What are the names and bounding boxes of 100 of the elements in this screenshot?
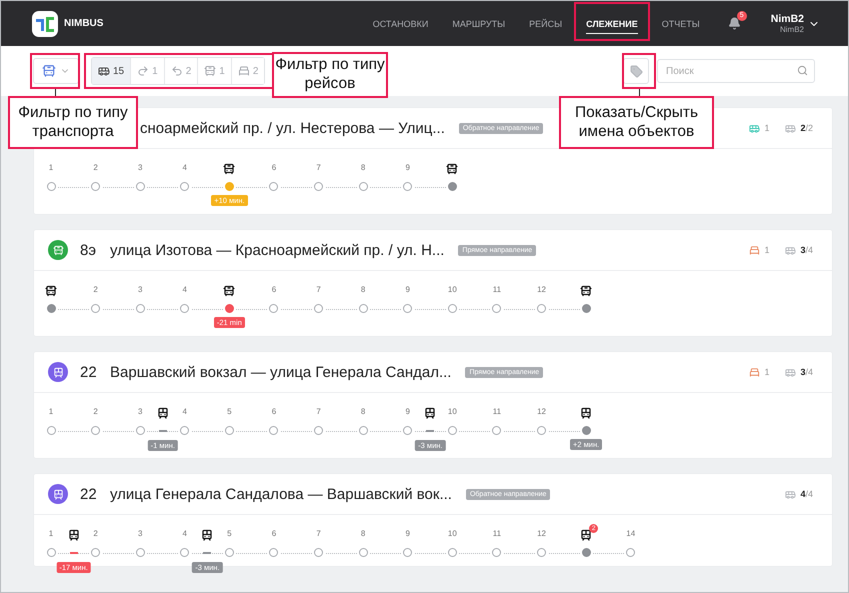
trolleybus-icon	[424, 407, 436, 419]
bed-icon	[749, 366, 760, 378]
stop-number: 2	[93, 285, 98, 294]
stop-number: 3	[138, 529, 142, 538]
stop-number: 7	[316, 529, 321, 538]
stop-dot	[537, 426, 546, 435]
stop-dot	[46, 426, 56, 435]
highlight-frame	[30, 53, 80, 89]
stop-number: 10	[448, 529, 457, 538]
brand-name: NIMBUS	[64, 18, 104, 29]
stop-dot	[180, 548, 190, 557]
stop-dot	[537, 548, 546, 557]
stop-number: 14	[626, 529, 636, 538]
stop-number: 7	[316, 407, 321, 416]
stop-dot	[91, 548, 100, 557]
stop-dot	[537, 304, 546, 313]
stop-dot	[448, 304, 457, 313]
stop-dot	[314, 304, 324, 313]
nav-tab[interactable]: ОТЧЕТЫ	[650, 1, 712, 46]
stop-dot	[224, 548, 234, 557]
stop-dot	[403, 182, 412, 191]
curved-arrow-icon	[170, 65, 183, 77]
bus-icon	[785, 122, 796, 134]
stop-dot	[448, 548, 457, 557]
stop-number: 2	[93, 163, 98, 172]
stop-number: 8	[360, 163, 366, 172]
stop-dot	[492, 426, 502, 435]
callout-label: Фильтр по типу транспорта	[8, 96, 138, 149]
stop-number: 2	[93, 407, 98, 416]
stop-number: 2	[93, 529, 98, 538]
stop-dot	[46, 548, 56, 557]
stop-number: 1	[48, 529, 54, 538]
stop-dot	[492, 304, 502, 313]
stop-dot	[403, 426, 412, 435]
stop-dot	[358, 426, 368, 435]
stop-number: 1	[48, 407, 54, 416]
bus-icon	[785, 244, 796, 256]
names-toggle-button[interactable]	[623, 58, 649, 84]
stop-number: 5	[227, 407, 232, 416]
callout-label: Показать/Скрыть имена объектов	[559, 96, 714, 149]
stop-number: 4	[182, 285, 187, 294]
search-icon	[797, 65, 808, 76]
stop-number: 3	[138, 407, 142, 416]
vehicle-count: 3/4	[800, 367, 813, 377]
stop-number: 12	[537, 529, 546, 538]
stop-dot	[358, 548, 368, 557]
stop-dot	[269, 182, 278, 191]
stop-number: 7	[316, 163, 321, 172]
vehicle-count: 4/4	[800, 489, 813, 499]
nav-tab[interactable]: СЛЕЖЕНИЕ	[574, 1, 650, 46]
stop-number: 4	[182, 163, 187, 172]
trip-filter-button[interactable]: 15	[92, 58, 132, 84]
stop-dot	[269, 426, 278, 435]
nav-tab[interactable]: ОСТАНОВКИ	[360, 1, 440, 46]
stop-number: 8	[360, 285, 366, 294]
stop-dot	[269, 548, 278, 557]
bus-icon	[785, 488, 796, 500]
stop-dot	[46, 182, 56, 191]
stop-dot	[314, 548, 324, 557]
stop-dot	[180, 426, 190, 435]
stop-dot	[136, 426, 145, 435]
stop-number: 12	[537, 285, 546, 294]
user-name[interactable]: NimB2	[770, 12, 804, 25]
trolleybus-icon	[156, 407, 169, 419]
route-title: улица Изотова — Красноармейский пр. / ул. Н...	[110, 242, 444, 258]
bus-icon	[749, 122, 760, 134]
stop-number: 8	[360, 407, 366, 416]
stop-number: 4	[182, 407, 187, 416]
stop-dot	[358, 182, 368, 191]
leader-line	[639, 89, 640, 96]
nav-tab[interactable]: РЕЙСЫ	[517, 1, 574, 46]
route-number: 22	[80, 364, 98, 380]
route-number: 8э	[80, 242, 97, 258]
stop-number: 10	[448, 407, 457, 416]
stop-number: 6	[272, 163, 276, 172]
stop-dot	[136, 182, 145, 191]
stop-dot	[492, 548, 502, 557]
stop-number: 11	[492, 407, 502, 416]
stop-dot	[180, 182, 190, 191]
stop-number: 9	[406, 285, 410, 294]
stop-dot	[91, 426, 100, 435]
bus-icon	[204, 65, 216, 77]
trolleybus-icon	[201, 529, 214, 541]
bed-icon	[749, 244, 760, 256]
route-title: Варшавский вокзал — улица Генерала Сандал...	[110, 364, 452, 380]
stop-number: 4	[182, 529, 187, 538]
stop-dot	[224, 426, 234, 435]
stop-dot	[136, 304, 145, 313]
nav-tab[interactable]: МАРШРУТЫ	[440, 1, 518, 46]
bell-icon	[728, 17, 741, 30]
stop-number: 6	[272, 407, 276, 416]
transport-filter-dropdown[interactable]	[33, 58, 79, 84]
tag-icon	[630, 64, 642, 78]
curved-arrow-icon	[137, 65, 150, 77]
search-field[interactable]: Поиск	[657, 59, 815, 83]
stop-number: 9	[406, 407, 410, 416]
callout-label: Фильтр по типу рейсов	[272, 52, 388, 98]
vehicle-count: 1	[764, 367, 770, 377]
bed-icon	[238, 65, 250, 77]
stop-number: 5	[227, 529, 232, 538]
